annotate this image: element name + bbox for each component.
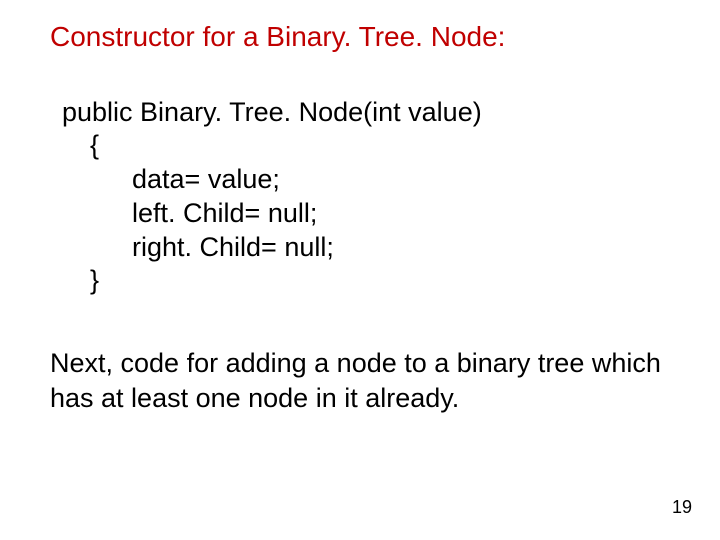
code-line: right. Child= null; [62,231,670,265]
page-number: 19 [672,497,692,518]
code-line: left. Child= null; [62,197,670,231]
slide-title: Constructor for a Binary. Tree. Node: [50,20,670,54]
code-block: public Binary. Tree. Node(int value) { d… [62,96,670,299]
slide: Constructor for a Binary. Tree. Node: pu… [0,0,720,540]
code-line: public Binary. Tree. Node(int value) [62,96,670,130]
code-line: } [62,264,670,298]
code-line: data= value; [62,163,670,197]
body-text: Next, code for adding a node to a binary… [50,346,670,416]
code-line: { [62,129,670,163]
